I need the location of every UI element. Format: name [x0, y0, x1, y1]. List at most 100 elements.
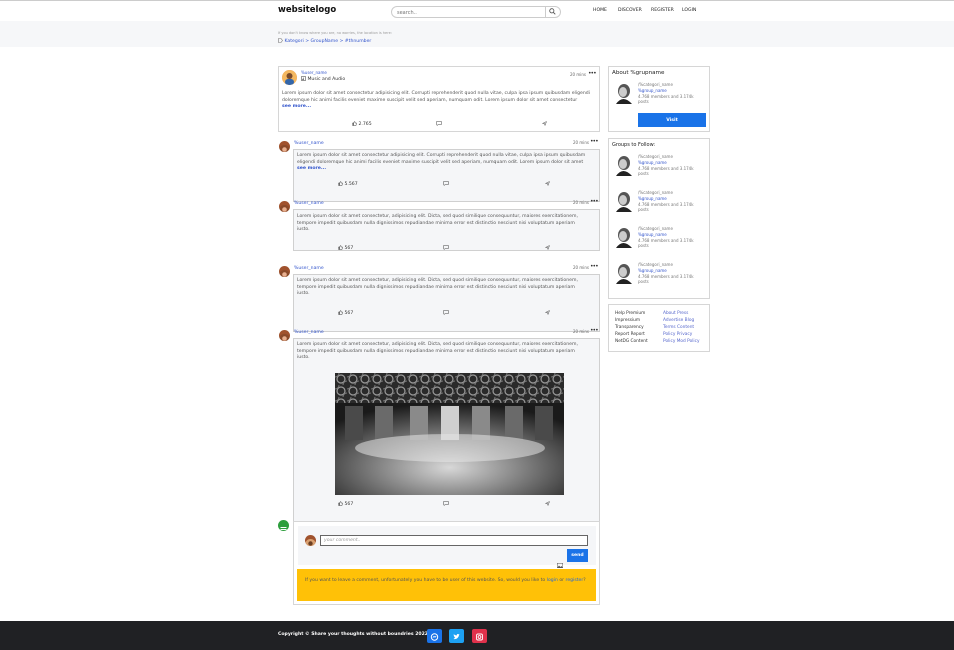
link-privacy[interactable]: Policy Privacy — [663, 331, 700, 338]
main-post-comment-button[interactable] — [436, 121, 442, 128]
main-post-see-more[interactable]: see more... — [282, 104, 311, 109]
reply-share-button[interactable] — [545, 500, 550, 508]
footer-links-left: Help Premium Impressium Transparency Rep… — [615, 310, 648, 345]
reply-comment-button[interactable] — [443, 245, 449, 252]
main-post-like-button[interactable]: 2.765 — [352, 121, 372, 127]
link-netdg[interactable]: NetDG Content — [615, 338, 648, 345]
reply-username[interactable]: %user_name — [294, 330, 324, 335]
reply-time: 20 mins — [573, 200, 589, 205]
reply-time: 20 mins — [573, 265, 589, 270]
twitter-button[interactable] — [449, 629, 464, 643]
link-mod-policy[interactable]: Policy Mod Policy — [663, 338, 700, 345]
login-link[interactable]: login — [547, 578, 558, 583]
search-box[interactable] — [391, 6, 561, 18]
group-image[interactable] — [612, 190, 634, 212]
comment-placeholder: your comment.. — [324, 538, 361, 543]
reply-time: 20 mins — [573, 140, 589, 145]
reply-comment-button[interactable] — [443, 181, 449, 188]
website-logo[interactable]: websitelogo — [278, 5, 336, 15]
link-report[interactable]: Report Report — [615, 331, 648, 338]
reply-see-more[interactable]: see more... — [297, 166, 326, 171]
main-post-username[interactable]: %user_name — [301, 70, 327, 75]
comment-input[interactable]: your comment.. — [320, 535, 588, 546]
reply-text: Lorem ipsum dolor sit amet consectetur, … — [297, 278, 587, 298]
group-image[interactable] — [612, 154, 634, 176]
comment-icon — [443, 181, 449, 186]
group-posts: posts — [638, 207, 649, 213]
link-transparency[interactable]: Transparency — [615, 324, 648, 331]
reply-avatar[interactable] — [279, 266, 290, 277]
group-posts: posts — [638, 279, 649, 285]
main-post-group[interactable]: Music and Audio — [301, 76, 345, 82]
send-icon — [545, 244, 550, 251]
link-impressium[interactable]: Impressium — [615, 317, 648, 324]
thumbs-up-icon — [338, 501, 343, 506]
main-post-like-count: 2.765 — [358, 122, 372, 127]
comment-icon — [436, 121, 442, 126]
reply-like-count: 5.567 — [344, 182, 358, 187]
group-image[interactable] — [612, 262, 634, 284]
reply-text: Lorem ipsum dolor sit amet consectetur, … — [297, 342, 587, 362]
nav-register[interactable]: REGISTER — [651, 8, 674, 13]
instagram-button[interactable] — [472, 629, 487, 643]
link-help-premium[interactable]: Help Premium — [615, 310, 648, 317]
link-terms[interactable]: Terms Content — [663, 324, 700, 331]
register-link[interactable]: register — [566, 578, 584, 583]
reply-comment-button[interactable] — [443, 501, 449, 508]
comment-icon — [443, 310, 449, 315]
main-post-avatar[interactable] — [282, 70, 297, 85]
visit-button[interactable]: Visit — [638, 113, 706, 127]
reply-like-count: 567 — [344, 246, 354, 251]
post-image[interactable] — [335, 373, 564, 495]
reply-like-button[interactable]: 567 — [338, 501, 353, 507]
main-post-more-icon[interactable]: ••• — [588, 70, 597, 77]
about-posts: posts — [638, 99, 649, 105]
link-advertise-blog[interactable]: Advertise Blog — [663, 317, 700, 324]
reply-like-button[interactable]: 567 — [338, 310, 353, 316]
group-posts: posts — [638, 243, 649, 249]
reply-username[interactable]: %user_name — [294, 141, 324, 146]
comment-section-icon — [278, 520, 289, 532]
thumbs-up-icon — [338, 181, 343, 186]
group-item: /%categori_name %group_name 4.768 member… — [638, 226, 694, 249]
send-icon — [545, 500, 550, 507]
reply-share-button[interactable] — [545, 309, 550, 317]
reply-body: Lorem ipsum dolor sit amet consectetur a… — [297, 153, 586, 165]
twitter-icon — [453, 633, 460, 640]
search-input[interactable] — [397, 8, 537, 17]
search-button[interactable] — [545, 7, 559, 17]
reply-more-icon[interactable]: ••• — [590, 263, 599, 270]
reply-username[interactable]: %user_name — [294, 266, 324, 271]
main-post-share-button[interactable] — [542, 120, 547, 128]
reply-more-icon[interactable]: ••• — [590, 198, 599, 205]
group-image[interactable] — [612, 226, 634, 248]
nav-home[interactable]: HOME — [593, 8, 607, 13]
link-about-press[interactable]: About Press — [663, 310, 700, 317]
reply-more-icon[interactable]: ••• — [590, 327, 599, 334]
send-button[interactable]: send — [567, 549, 588, 562]
reply-share-button[interactable] — [545, 180, 550, 188]
breadcrumb-info: If you don't know where you are, no worr… — [278, 31, 392, 35]
breadcrumb[interactable]: Kategori > GroupName > #thnumber — [278, 38, 371, 44]
reply-comment-button[interactable] — [443, 310, 449, 317]
nav-login[interactable]: LOGIN — [682, 8, 696, 13]
reply-share-button[interactable] — [545, 244, 550, 252]
facebook-button[interactable] — [427, 629, 442, 643]
reply-body: Lorem ipsum dolor sit amet consectetur, … — [297, 214, 578, 232]
nav-discover[interactable]: DISCOVER — [618, 8, 642, 13]
main-post-body: Lorem ipsum dolor sit amet consectetur a… — [282, 91, 590, 103]
reply-avatar[interactable] — [279, 141, 290, 152]
reply-username[interactable]: %user_name — [294, 201, 324, 206]
breadcrumb-bar — [0, 21, 954, 47]
reply-avatar[interactable] — [279, 201, 290, 212]
about-group-info: /%categori_name %group_name 4.768 member… — [638, 82, 694, 105]
breadcrumb-path[interactable]: Kategori > GroupName > #thnumber — [284, 39, 371, 44]
send-icon — [545, 309, 550, 316]
comment-icon — [443, 245, 449, 250]
reply-more-icon[interactable]: ••• — [590, 138, 599, 145]
navbar: websitelogo HOME DISCOVER REGISTER LOGIN — [0, 1, 954, 21]
groups-to-follow-title: Groups to Follow: — [612, 142, 656, 148]
reply-avatar[interactable] — [279, 330, 290, 341]
reply-like-button[interactable]: 5.567 — [338, 181, 358, 187]
reply-like-button[interactable]: 567 — [338, 245, 353, 251]
